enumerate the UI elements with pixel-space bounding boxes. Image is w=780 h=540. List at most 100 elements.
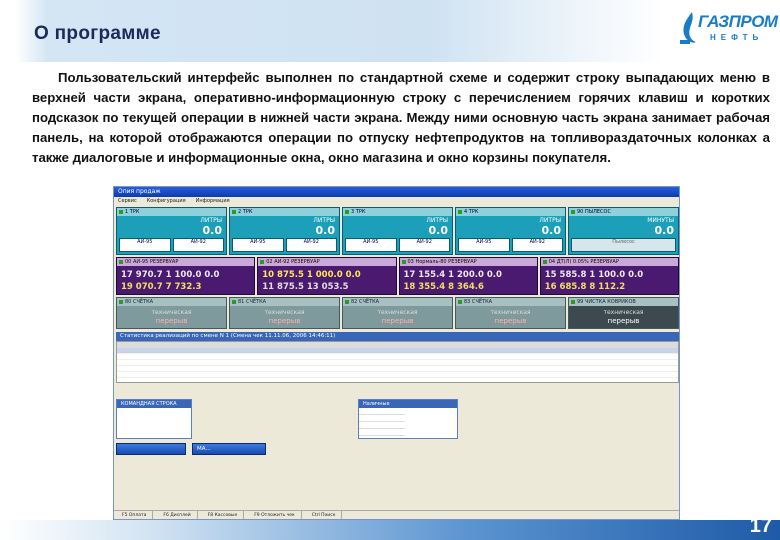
counter-panel[interactable]: 80 СЧЁТКА техническая перерыв	[116, 297, 227, 329]
tank-label: 00 АИ-95 РЕЗЕРВУАР	[117, 258, 255, 266]
info-row	[359, 429, 405, 436]
statistics-grid[interactable]	[116, 341, 679, 383]
tank-row1: 15 585.8 1 100.0 0.0	[544, 270, 644, 280]
pump-panels: 1 ТРК ЛИТРЫ 0.0 АИ-95 АИ-92 2 ТРК ЛИТРЫ 0…	[116, 207, 679, 255]
status-item: F6 Дисплей	[157, 511, 198, 519]
statistics-grid-title: Статистика реализаций по смене N 1 (Смен…	[116, 332, 679, 341]
fuel-button[interactable]: АИ-95	[232, 238, 284, 252]
counter-line2: перерыв	[155, 317, 188, 325]
pump-unit: ЛИТРЫ	[426, 217, 448, 224]
fuel-button[interactable]: АИ-95	[345, 238, 397, 252]
tank-label: 02 АИ-92 РЕЗЕРВУАР	[258, 258, 396, 266]
info-row	[359, 422, 405, 429]
pump-unit: МИНУТЫ	[647, 217, 674, 224]
command-line-panel[interactable]: КОМАНДНАЯ СТРОКА	[116, 399, 192, 439]
cash-info-title: Наличные	[359, 400, 457, 408]
counter-label: 83 СЧЁТКА	[456, 298, 565, 306]
pump-unit: ЛИТРЫ	[200, 217, 222, 224]
logo-brand-text: ГАЗПРОМ	[698, 12, 778, 31]
footer-band	[0, 520, 780, 540]
counter-panel[interactable]: 81 СЧЁТКА техническая перерыв	[229, 297, 340, 329]
pump-panel[interactable]: 3 ТРК ЛИТРЫ 0.0 АИ-95 АИ-92	[342, 207, 453, 255]
taskbar-button[interactable]	[116, 443, 186, 455]
counter-panels: 80 СЧЁТКА техническая перерыв 81 СЧЁТКА …	[116, 297, 679, 329]
tank-row2: 18 355.4 8 364.6	[403, 282, 484, 292]
fuel-button[interactable]: АИ-92	[172, 238, 224, 252]
pump-label: 1 ТРК	[117, 208, 226, 216]
taskbar-button-ma[interactable]: МА...	[192, 443, 266, 455]
pump-value: 0.0	[541, 224, 562, 237]
hotkey-status-bar: F5 Оплата F6 Дисплей F8 Кассовые F9 Отло…	[114, 510, 679, 519]
counter-line1: техническая	[603, 309, 644, 316]
info-row	[359, 415, 405, 422]
tank-panel[interactable]: 00 АИ-95 РЕЗЕРВУАР 17 970.7 1 100.0 0.0 …	[116, 257, 256, 295]
info-row	[359, 408, 405, 415]
app-menu-bar: Сервис Конфигурация Информация	[114, 197, 679, 205]
counter-line2: перерыв	[268, 317, 301, 325]
pump-panel-vacuum[interactable]: 90 ПЫЛЕСОС МИНУТЫ 0.0 Пылесос	[568, 207, 679, 255]
fuel-button[interactable]: АИ-92	[398, 238, 450, 252]
counter-label: 99 ЧИСТКА КОВРИКОВ	[569, 298, 678, 306]
menu-item-config[interactable]: Конфигурация	[147, 197, 186, 205]
counter-panel[interactable]: 83 СЧЁТКА техническая перерыв	[455, 297, 566, 329]
tank-label: 03 Нормаль-80 РЕЗЕРВУАР	[399, 258, 537, 266]
fuel-button[interactable]: АИ-95	[119, 238, 171, 252]
pump-value: 0.0	[654, 224, 675, 237]
status-item: F8 Кассовые	[202, 511, 245, 519]
tank-row1: 17 970.7 1 100.0 0.0	[121, 270, 220, 280]
pump-value: 0.0	[202, 224, 223, 237]
pump-unit: ЛИТРЫ	[539, 217, 561, 224]
counter-line1: техническая	[264, 309, 305, 316]
tank-panels: 00 АИ-95 РЕЗЕРВУАР 17 970.7 1 100.0 0.0 …	[116, 257, 679, 295]
tank-panel[interactable]: 04 ДТ(Л) 0.05% РЕЗЕРВУАР 15 585.8 1 100.…	[539, 257, 679, 295]
tank-row1: 10 875.5 1 000.0 0.0	[262, 270, 361, 280]
status-item: F5 Оплата	[116, 511, 154, 519]
pump-panel[interactable]: 2 ТРК ЛИТРЫ 0.0 АИ-95 АИ-92	[229, 207, 340, 255]
slide-title: О программе	[34, 23, 161, 44]
logo-sub-text: НЕФТЬ	[710, 33, 764, 42]
counter-label: 80 СЧЁТКА	[117, 298, 226, 306]
tank-label: 04 ДТ(Л) 0.05% РЕЗЕРВУАР	[540, 258, 678, 266]
counter-line1: техническая	[377, 309, 418, 316]
tank-row2: 19 070.7 7 732.3	[121, 282, 202, 292]
counter-line2: перерыв	[607, 317, 640, 325]
counter-line2: перерыв	[381, 317, 414, 325]
counter-line2: перерыв	[494, 317, 527, 325]
pump-label: 4 ТРК	[456, 208, 565, 216]
gazprom-neft-logo: ГАЗПРОМ НЕФТЬ	[672, 6, 778, 50]
table-row[interactable]	[117, 372, 678, 378]
tank-panel[interactable]: 03 Нормаль-80 РЕЗЕРВУАР 17 155.4 1 200.0…	[398, 257, 538, 295]
description-paragraph: Пользовательский интерфейс выполнен по с…	[32, 70, 770, 165]
fuel-button[interactable]: АИ-92	[511, 238, 563, 252]
status-item: Ctrl Поиск	[306, 511, 343, 519]
pump-panel[interactable]: 4 ТРК ЛИТРЫ 0.0 АИ-95 АИ-92	[455, 207, 566, 255]
cash-info-panel: Наличные	[358, 399, 458, 439]
pump-label: 3 ТРК	[343, 208, 452, 216]
status-item: F9 Отложить чек	[248, 511, 302, 519]
counter-label: 82 СЧЁТКА	[343, 298, 452, 306]
command-line-title: КОМАНДНАЯ СТРОКА	[117, 400, 191, 408]
fuel-button[interactable]: АИ-95	[458, 238, 510, 252]
counter-label: 81 СЧЁТКА	[230, 298, 339, 306]
counter-line1: техническая	[490, 309, 531, 316]
app-screenshot: Опия продаж Сервис Конфигурация Информац…	[113, 186, 680, 520]
menu-item-info[interactable]: Информация	[196, 197, 230, 205]
app-window-title: Опия продаж	[114, 187, 679, 197]
fuel-button[interactable]: Пылесос	[571, 238, 676, 252]
pump-label: 2 ТРК	[230, 208, 339, 216]
tank-row1: 17 155.4 1 200.0 0.0	[403, 270, 502, 280]
pump-unit: ЛИТРЫ	[313, 217, 335, 224]
counter-panel[interactable]: 99 ЧИСТКА КОВРИКОВ техническая перерыв	[568, 297, 679, 329]
pump-value: 0.0	[315, 224, 336, 237]
pump-value: 0.0	[428, 224, 449, 237]
menu-item-service[interactable]: Сервис	[118, 197, 137, 205]
counter-panel[interactable]: 82 СЧЁТКА техническая перерыв	[342, 297, 453, 329]
pump-panel[interactable]: 1 ТРК ЛИТРЫ 0.0 АИ-95 АИ-92	[116, 207, 227, 255]
tank-row2: 16 685.8 8 112.2	[544, 282, 626, 292]
fuel-button[interactable]: АИ-92	[285, 238, 337, 252]
page-number: 17	[749, 515, 772, 537]
pump-label: 90 ПЫЛЕСОС	[569, 208, 678, 216]
tank-panel[interactable]: 02 АИ-92 РЕЗЕРВУАР 10 875.5 1 000.0 0.0 …	[257, 257, 397, 295]
tank-row2: 11 875.5 13 053.5	[262, 282, 349, 292]
counter-line1: техническая	[151, 309, 192, 316]
